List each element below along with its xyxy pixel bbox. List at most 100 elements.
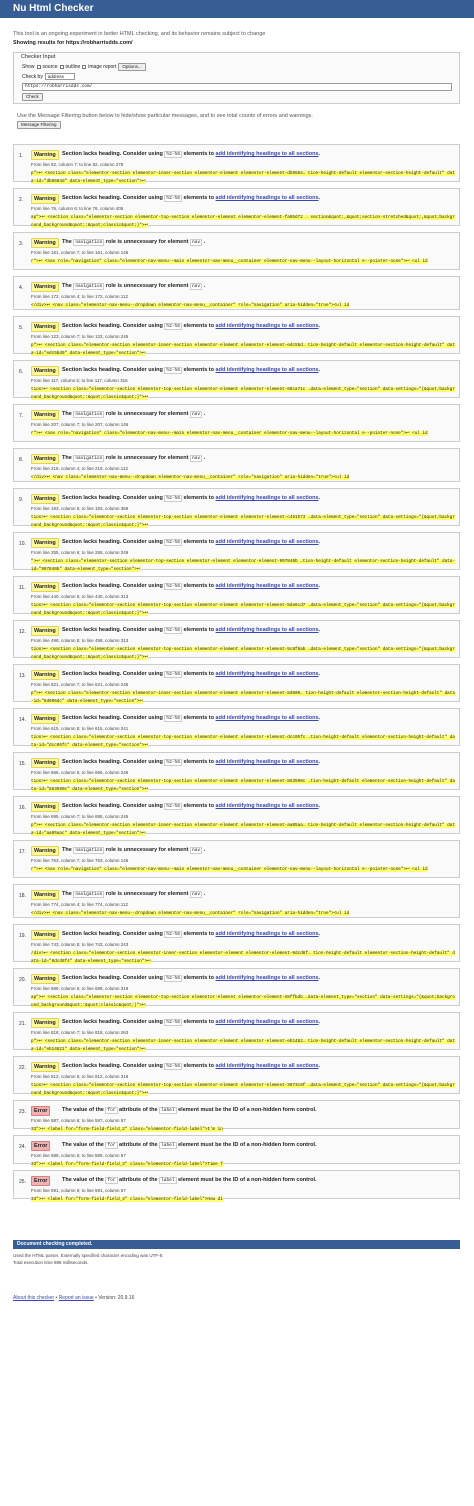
headings-link[interactable]: add identifying headings to all sections [216, 931, 319, 937]
headings-link[interactable]: add identifying headings to all sections [216, 151, 319, 157]
header-bar: Nu Html Checker [0, 0, 474, 18]
footer-separator: • [55, 1295, 58, 1301]
warning-badge: Warning [31, 846, 59, 856]
about-link[interactable]: About this checker [13, 1295, 54, 1301]
message-lead: The [62, 891, 72, 897]
url-input[interactable]: https://robharrisdds.com/ [22, 83, 452, 91]
message-filtering-label[interactable]: Message Filtering [17, 121, 61, 129]
message-code: h2-h6 [164, 975, 182, 982]
message-text: Section lacks heading. Consider using h2… [62, 671, 321, 678]
message-lead: Section lacks heading. Consider using [62, 1063, 163, 1069]
message-code-element: nav [189, 283, 203, 290]
message-number: 3. [19, 241, 24, 247]
message-item: 21. Warning Section lacks heading. Conside… [13, 1012, 460, 1052]
message-item: 6. Warning Section lacks heading. Consider… [13, 360, 460, 400]
message-text: Section lacks heading. Consider using h2… [62, 323, 321, 330]
message-number: 8. [19, 457, 24, 463]
message-item: 14. Warning Section lacks heading. Conside… [13, 708, 460, 748]
message-number: 17. [19, 849, 26, 855]
message-mid: role is unnecessary for element [105, 891, 189, 897]
message-filtering-button[interactable]: Message Filtering [17, 121, 61, 129]
message-code: h2-h6 [164, 759, 182, 766]
message-number: 19. [19, 933, 26, 939]
message-item: 10. Warning Section lacks heading. Conside… [13, 532, 460, 572]
source-extract: </div>↩ <nav class="elementor-nav-menu--… [31, 474, 456, 482]
headings-link[interactable]: add identifying headings to all sections [216, 367, 319, 373]
message-code: h2-h6 [164, 151, 182, 158]
headings-link[interactable]: add identifying headings to all sections [216, 195, 319, 201]
highlighted-code: </div>↩ <nav class="elementor-nav-menu--… [31, 475, 350, 480]
headings-link[interactable]: add identifying headings to all sections [216, 1019, 319, 1025]
message-number: 4. [19, 285, 24, 291]
message-code: h2-h6 [164, 1063, 182, 1070]
message-number: 7. [19, 413, 24, 419]
message-number: 21. [19, 1021, 26, 1027]
headings-link[interactable]: add identifying headings to all sections [216, 323, 319, 329]
show-options-row: Show source outline image report Options… [22, 63, 146, 71]
message-mid: elements to [183, 715, 215, 721]
message-code: navigation [73, 283, 105, 290]
highlighted-code: p">↩ <section class="elementor-section e… [31, 171, 455, 184]
headings-link[interactable]: add identifying headings to all sections [216, 495, 319, 501]
message-location: From line 763, column 7; to line 763, co… [31, 858, 129, 863]
message-mid: elements to [183, 151, 215, 157]
message-code-element: nav [189, 847, 203, 854]
message-item: 22. Warning Section lacks heading. Conside… [13, 1056, 460, 1096]
headings-link[interactable]: add identifying headings to all sections [216, 583, 319, 589]
message-code-element: label [159, 1142, 177, 1149]
image-report-checkbox[interactable] [82, 65, 87, 69]
message-code: h2-h6 [164, 495, 182, 502]
outline-checkbox[interactable] [59, 65, 64, 69]
filter-instructions: Use the Message Filtering button below t… [17, 113, 313, 119]
highlighted-code: ap">↩ <section class="elementor-section … [31, 995, 455, 1008]
message-lead: The [62, 847, 72, 853]
message-location: From line 666, column 5; to line 666, co… [31, 770, 129, 775]
message-text: The navigation role is unnecessary for e… [62, 283, 206, 290]
source-extract: 33">↩ <label for="form-field-field_4" cl… [31, 1196, 456, 1204]
warning-badge: Warning [31, 1062, 59, 1072]
source-extract: r">↩ <nav role="navigation" class="eleme… [31, 866, 456, 874]
message-number: 9. [19, 497, 24, 503]
about-footer: About this checker • Report an issue • V… [13, 1295, 134, 1301]
message-text: The value of the for attribute of the la… [62, 1107, 317, 1114]
highlighted-code: r">↩ <nav role="navigation" class="eleme… [31, 867, 428, 872]
message-code: h2-h6 [164, 583, 182, 590]
source-extract: </div>↩ <nav class="elementor-nav-menu--… [31, 302, 456, 310]
message-mid: role is unnecessary for element [105, 455, 189, 461]
message-text: Section lacks heading. Consider using h2… [62, 151, 321, 158]
headings-link[interactable]: add identifying headings to all sections [216, 627, 319, 633]
headings-link[interactable]: add identifying headings to all sections [216, 803, 319, 809]
message-mid: elements to [183, 539, 215, 545]
warning-badge: Warning [31, 366, 59, 376]
headings-link[interactable]: add identifying headings to all sections [216, 671, 319, 677]
message-lead: Section lacks heading. Consider using [62, 803, 163, 809]
message-lead: Section lacks heading. Consider using [62, 539, 163, 545]
warning-badge: Warning [31, 582, 59, 592]
report-issue-link[interactable]: Report an issue [59, 1295, 94, 1301]
message-number: 10. [19, 541, 26, 547]
source-extract: /div>↩ <section class="elementor-section… [31, 950, 456, 966]
message-location: From line 172, column 4; to line 172, co… [31, 294, 128, 299]
message-lead: Section lacks heading. Consider using [62, 195, 163, 201]
warning-badge: Warning [31, 538, 59, 548]
message-text: Section lacks heading. Consider using h2… [62, 715, 321, 722]
message-text: Section lacks heading. Consider using h2… [62, 1063, 321, 1070]
message-location: From line 695, column 7; to line 695, co… [31, 814, 129, 819]
headings-link[interactable]: add identifying headings to all sections [216, 975, 319, 981]
show-label: Show [22, 64, 35, 70]
highlighted-code: tion>↩ <section class="elementor-section… [31, 387, 455, 400]
warning-badge: Warning [31, 1018, 59, 1028]
message-mid: elements to [183, 367, 215, 373]
check-button[interactable]: Check [22, 93, 43, 101]
headings-link[interactable]: add identifying headings to all sections [216, 1063, 319, 1069]
source-checkbox[interactable] [36, 65, 41, 69]
headings-link[interactable]: add identifying headings to all sections [216, 539, 319, 545]
headings-link[interactable]: add identifying headings to all sections [216, 759, 319, 765]
highlighted-code: p">↩ <section class="elementor-section e… [31, 1039, 455, 1052]
headings-link[interactable]: add identifying headings to all sections [216, 715, 319, 721]
message-lead: Section lacks heading. Consider using [62, 975, 163, 981]
options-button[interactable]: Options... [118, 63, 146, 71]
highlighted-code: tion>↩ <section class="elementor-section… [31, 515, 455, 528]
check-by-select[interactable]: address [44, 73, 75, 80]
message-code-element: nav [189, 239, 203, 246]
